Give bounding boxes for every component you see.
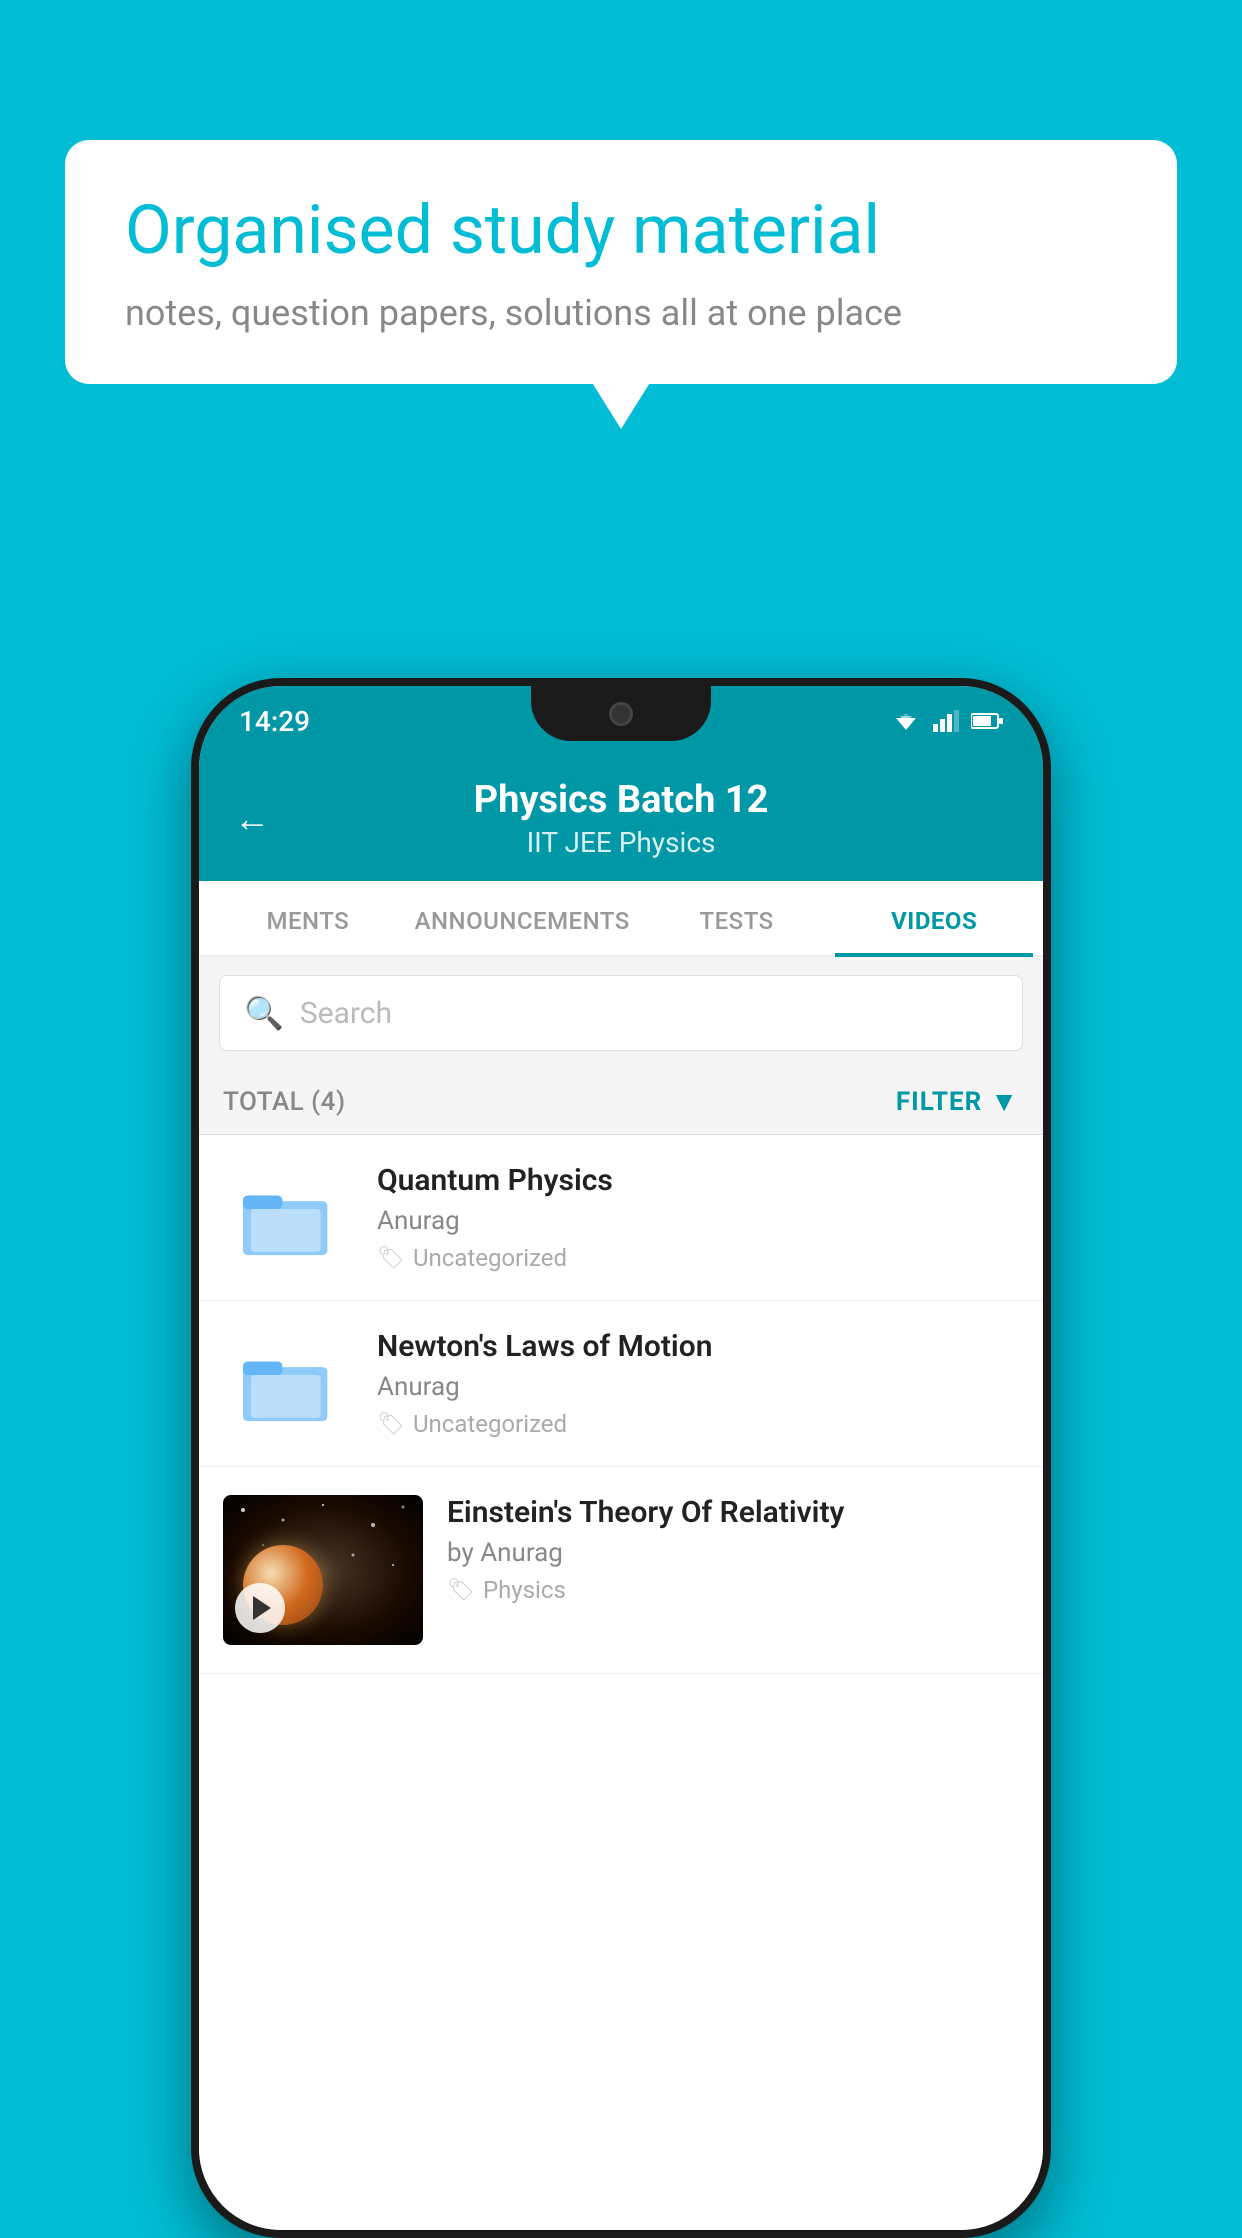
list-item[interactable]: Newton's Laws of Motion Anurag 🏷 Uncateg… <box>199 1301 1043 1467</box>
tag-label: Uncategorized <box>413 1410 567 1438</box>
tag-label: Uncategorized <box>413 1244 567 1272</box>
speech-bubble: Organised study material notes, question… <box>65 140 1177 384</box>
play-button[interactable] <box>235 1583 285 1633</box>
tab-videos[interactable]: VIDEOS <box>835 881 1033 955</box>
tag-icon: 🏷 <box>447 1578 475 1603</box>
header-subtitle: IIT JEE Physics <box>527 826 716 859</box>
search-placeholder: Search <box>300 996 392 1031</box>
tab-announcements[interactable]: ANNOUNCEMENTS <box>407 881 638 955</box>
filter-button[interactable]: FILTER ▼ <box>896 1085 1019 1118</box>
status-time: 14:29 <box>239 705 310 738</box>
back-button[interactable]: ← <box>234 798 270 840</box>
app-header: ← Physics Batch 12 IIT JEE Physics <box>199 756 1043 881</box>
wifi-icon <box>891 710 921 732</box>
item-info: Newton's Laws of Motion Anurag 🏷 Uncateg… <box>377 1329 1019 1438</box>
bubble-subtitle: notes, question papers, solutions all at… <box>125 292 1117 334</box>
list-item[interactable]: Quantum Physics Anurag 🏷 Uncategorized <box>199 1135 1043 1301</box>
status-icons <box>891 710 1003 732</box>
filter-label: FILTER <box>896 1087 982 1117</box>
tag-icon: 🏷 <box>377 1412 405 1437</box>
folder-icon <box>233 1173 343 1263</box>
camera <box>609 702 633 726</box>
tag-icon: 🏷 <box>377 1246 405 1271</box>
phone-notch <box>531 686 711 741</box>
item-title: Newton's Laws of Motion <box>377 1329 1019 1364</box>
item-tag: 🏷 Uncategorized <box>377 1410 1019 1438</box>
item-title: Quantum Physics <box>377 1163 1019 1198</box>
search-bar[interactable]: 🔍 Search <box>219 975 1023 1051</box>
tab-bar: MENTS ANNOUNCEMENTS TESTS VIDEOS <box>199 881 1043 957</box>
filter-row: TOTAL (4) FILTER ▼ <box>199 1069 1043 1135</box>
tag-label: Physics <box>483 1576 566 1604</box>
video-thumbnail <box>223 1495 423 1645</box>
total-count: TOTAL (4) <box>223 1087 346 1117</box>
phone-frame: 14:29 <box>191 678 1051 2238</box>
item-author: Anurag <box>377 1372 1019 1402</box>
list-item[interactable]: Einstein's Theory Of Relativity by Anura… <box>199 1467 1043 1674</box>
play-triangle-icon <box>253 1596 271 1620</box>
search-container: 🔍 Search <box>199 957 1043 1069</box>
item-title: Einstein's Theory Of Relativity <box>447 1495 1019 1530</box>
tab-tests[interactable]: TESTS <box>638 881 836 955</box>
video-list: Quantum Physics Anurag 🏷 Uncategorized <box>199 1135 1043 2230</box>
tab-ments[interactable]: MENTS <box>209 881 407 955</box>
item-thumbnail <box>223 1334 353 1434</box>
filter-icon: ▼ <box>990 1085 1019 1118</box>
item-tag: 🏷 Physics <box>447 1576 1019 1604</box>
signal-icon <box>933 710 959 732</box>
bubble-title: Organised study material <box>125 190 1117 272</box>
item-author: by Anurag <box>447 1538 1019 1568</box>
item-thumbnail <box>223 1168 353 1268</box>
battery-icon <box>971 712 1003 730</box>
item-tag: 🏷 Uncategorized <box>377 1244 1019 1272</box>
header-title: Physics Batch 12 <box>474 778 769 822</box>
item-info: Einstein's Theory Of Relativity by Anura… <box>447 1495 1019 1604</box>
item-author: Anurag <box>377 1206 1019 1236</box>
search-icon: 🔍 <box>244 994 284 1032</box>
item-info: Quantum Physics Anurag 🏷 Uncategorized <box>377 1163 1019 1272</box>
folder-icon <box>233 1339 343 1429</box>
